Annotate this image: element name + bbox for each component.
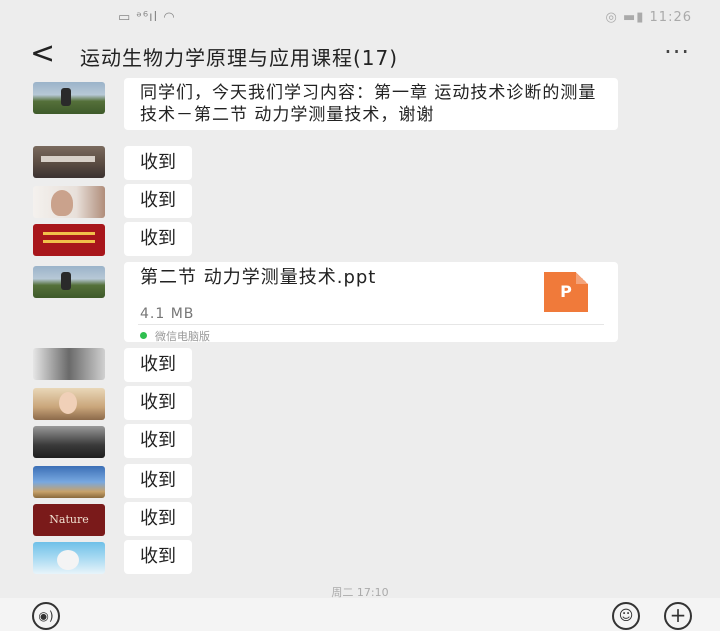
message-bubble[interactable]: 收到 xyxy=(124,464,192,498)
message-bubble[interactable]: 收到 xyxy=(124,540,192,574)
divider xyxy=(138,324,604,325)
file-source: 微信电脑版 xyxy=(140,328,210,344)
emoji-icon[interactable]: ☺ xyxy=(612,602,640,630)
message-bubble[interactable]: 收到 xyxy=(124,386,192,420)
message-bubble[interactable]: 收到 xyxy=(124,424,192,458)
file-message-card[interactable]: 第二节 动力学测量技术.ppt 4.1 MB P 微信电脑版 xyxy=(124,262,618,344)
back-button[interactable]: < xyxy=(30,36,55,72)
avatar[interactable] xyxy=(33,388,105,420)
file-name: 第二节 动力学测量技术.ppt xyxy=(140,267,377,288)
chat-title: 运动生物力学原理与应用课程(17) xyxy=(80,46,399,70)
more-options-button[interactable]: ··· xyxy=(664,40,690,64)
plus-icon[interactable]: + xyxy=(664,602,692,630)
message-bubble[interactable]: 收到 xyxy=(124,184,192,218)
avatar[interactable] xyxy=(33,224,105,256)
avatar[interactable] xyxy=(33,466,105,498)
avatar[interactable] xyxy=(33,426,105,458)
avatar[interactable] xyxy=(33,266,105,298)
avatar[interactable] xyxy=(33,186,105,218)
file-source-label: 微信电脑版 xyxy=(155,330,210,343)
message-bubble[interactable]: 收到 xyxy=(124,502,192,536)
avatar[interactable] xyxy=(33,146,105,178)
file-size: 4.1 MB xyxy=(140,306,195,322)
status-bar: ▭ ᵊ⁶ıl ◠ ◎ ▬▮ 11:26 xyxy=(0,0,720,34)
input-bar: ◉) ☺ + xyxy=(0,598,720,631)
avatar[interactable] xyxy=(33,542,105,574)
message-bubble[interactable]: 同学们，今天我们学习内容：第一章 运动技术诊断的测量技术－第二节 动力学测量技术… xyxy=(124,78,618,130)
wechat-pc-icon xyxy=(140,332,147,339)
message-bubble[interactable]: 收到 xyxy=(124,222,192,256)
message-bubble[interactable]: 收到 xyxy=(124,146,192,180)
message-list[interactable]: 同学们，今天我们学习内容：第一章 运动技术诊断的测量技术－第二节 动力学测量技术… xyxy=(0,78,720,586)
avatar[interactable] xyxy=(33,82,105,114)
status-indicators: ▭ ᵊ⁶ıl ◠ xyxy=(118,10,176,25)
nav-bar: < 运动生物力学原理与应用课程(17) ··· xyxy=(0,34,720,78)
avatar[interactable] xyxy=(33,348,105,380)
status-time: ◎ ▬▮ 11:26 xyxy=(605,10,692,25)
ppt-file-icon: P xyxy=(544,272,588,312)
message-bubble[interactable]: 收到 xyxy=(124,348,192,382)
voice-icon[interactable]: ◉) xyxy=(32,602,60,630)
avatar[interactable]: Nature xyxy=(33,504,105,536)
